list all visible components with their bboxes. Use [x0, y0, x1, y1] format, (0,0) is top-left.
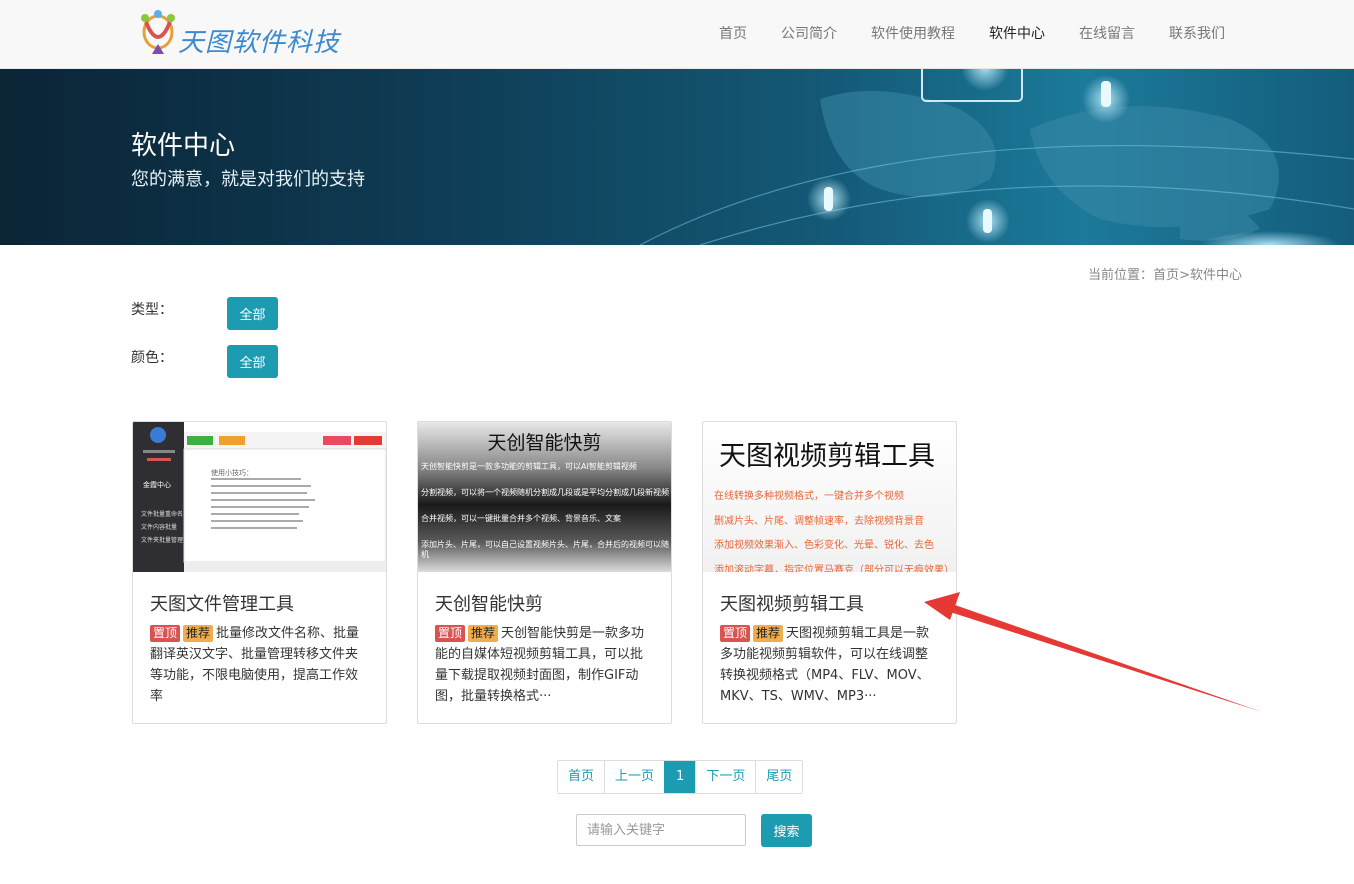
filter-type-label: 类型：	[131, 302, 173, 318]
recommend-badge: 推荐	[183, 625, 214, 642]
product-title[interactable]: 天创智能快剪	[435, 590, 543, 616]
recommend-badge: 推荐	[753, 625, 784, 642]
page-prev-button[interactable]: 上一页	[604, 761, 664, 793]
thumb-feature-line: 添加片头、片尾，可以自己设置视频片头、片尾，合并后的视频可以随机	[421, 540, 669, 559]
thumb-app-brand: 金霞中心	[143, 481, 171, 489]
page-first-button[interactable]: 首页	[558, 761, 604, 793]
thumb-menu-item: 文件夹批量管理	[141, 537, 184, 544]
nav-about[interactable]: 公司简介	[764, 0, 854, 68]
top-badge: 置顶	[150, 625, 181, 642]
thumb-feature-line: 分割视频，可以将一个视频随机分割成几段或是平均分割成几段新视频	[421, 488, 669, 497]
navbar: 天图软件科技 首页 公司简介 软件使用教程 软件中心 在线留言 联系我们	[0, 0, 1354, 69]
product-thumbnail[interactable]: 天创智能快剪 天创智能快剪是一款多功能的剪辑工具，可以AI智能剪辑视频 分割视频…	[418, 422, 671, 572]
banner-title: 软件中心	[131, 131, 236, 161]
thumb-heading: 天图视频剪辑工具	[719, 441, 935, 472]
thumb-feature-line: 合并视频，可以一键批量合并多个视频、背景音乐、文案	[421, 514, 621, 523]
thumb-menu-item: 文件批量重命名	[141, 511, 184, 518]
nav-tutorials[interactable]: 软件使用教程	[854, 0, 972, 68]
main-nav: 首页 公司简介 软件使用教程 软件中心 在线留言 联系我们	[702, 0, 1242, 68]
nav-software-center[interactable]: 软件中心	[972, 0, 1062, 68]
product-description: 置顶 推荐 天图视频剪辑工具是一款多功能视频剪辑软件，可以在线调整转换视频格式（MP…	[720, 623, 940, 707]
logo-icon	[141, 10, 175, 54]
thumb-feature-line: 添加视频效果渐入、色彩变化、光晕、锐化、去色	[714, 540, 934, 551]
breadcrumb-home-link[interactable]: 首页	[1153, 268, 1179, 283]
breadcrumb-current: 软件中心	[1189, 268, 1242, 283]
thumb-feature-lines: 天创智能快剪是一款多功能的剪辑工具，可以AI智能剪辑视频 分割视频，可以将一个视…	[421, 462, 669, 560]
thumb-feature-line: 添加滚动字幕，指定位置马赛克（部分可以无痕效果）	[714, 564, 954, 573]
filter-color-all-button[interactable]: 全部	[227, 345, 278, 378]
page-last-button[interactable]: 尾页	[755, 761, 802, 793]
product-description: 置顶 推荐 批量修改文件名称、批量翻译英汉文字、批量管理转移文件夹等功能，不限电脑使…	[150, 623, 370, 707]
recommend-badge: 推荐	[468, 625, 499, 642]
page-banner: 软件中心 您的满意，就是对我们的支持	[0, 69, 1354, 245]
breadcrumb-separator: >	[1179, 268, 1190, 283]
logo-text: 天图软件科技	[178, 28, 341, 58]
product-description: 置顶 推荐 天创智能快剪是一款多功能的自媒体短视频剪辑工具，可以批量下载提取视频封面…	[435, 623, 655, 707]
product-description-text: 天图视频剪辑工具是一款多功能视频剪辑软件，可以在线调整转换视频格式（MP4、FL…	[720, 626, 930, 704]
thumb-hint-title: 使用小技巧：	[211, 469, 253, 477]
product-description-text: 批量修改文件名称、批量翻译英汉文字、批量管理转移文件夹等功能，不限电脑使用，提高…	[150, 626, 360, 704]
thumb-feature-line: 删减片头、片尾、调整帧速率，去除视频背景音	[714, 515, 924, 527]
thumb-heading: 天创智能快剪	[487, 432, 602, 454]
product-thumbnail[interactable]: 金霞中心 使用小技巧： 文件批量重命名 文件内容批量 文件夹批量管理	[133, 422, 386, 572]
banner-subtitle: 您的满意，就是对我们的支持	[131, 169, 365, 190]
thumb-feature-line: 天创智能快剪是一款多功能的剪辑工具，可以AI智能剪辑视频	[421, 462, 637, 471]
nav-message[interactable]: 在线留言	[1062, 0, 1152, 68]
filter-type-all-button[interactable]: 全部	[227, 297, 278, 330]
thumb-menu-item: 文件内容批量	[141, 524, 178, 531]
page-current-button[interactable]: 1	[664, 761, 696, 793]
file-manager-screenshot-image	[133, 422, 386, 572]
thumb-side-menu: 文件批量重命名 文件内容批量 文件夹批量管理	[141, 508, 183, 547]
product-thumbnail[interactable]: 天图视频剪辑工具 在线转换多种视频格式，一键合并多个视频 删减片头、片尾、调整帧…	[703, 422, 956, 572]
top-badge: 置顶	[720, 625, 751, 642]
product-card[interactable]: 天创智能快剪 天创智能快剪是一款多功能的剪辑工具，可以AI智能剪辑视频 分割视频…	[417, 421, 672, 724]
page-next-button[interactable]: 下一页	[695, 761, 755, 793]
product-description-text: 天创智能快剪是一款多功能的自媒体短视频剪辑工具，可以批量下载提取视频封面图，制作…	[435, 626, 645, 704]
search-input[interactable]	[576, 814, 746, 846]
product-title[interactable]: 天图文件管理工具	[150, 590, 294, 616]
product-card[interactable]: 金霞中心 使用小技巧： 文件批量重命名 文件内容批量 文件夹批量管理 天图文件管…	[132, 421, 387, 724]
breadcrumb: 当前位置：首页>软件中心	[1088, 264, 1242, 283]
product-title[interactable]: 天图视频剪辑工具	[720, 590, 864, 616]
thumb-feature-line: 在线转换多种视频格式，一键合并多个视频	[714, 491, 904, 502]
nav-contact[interactable]: 联系我们	[1152, 0, 1242, 68]
product-card[interactable]: 天图视频剪辑工具 在线转换多种视频格式，一键合并多个视频 删减片头、片尾、调整帧…	[702, 421, 957, 724]
breadcrumb-prefix: 当前位置：	[1088, 268, 1154, 283]
thumb-feature-lines: 在线转换多种视频格式，一键合并多个视频 删减片头、片尾、调整帧速率，去除视频背景…	[714, 485, 954, 572]
search-button[interactable]: 搜索	[761, 814, 812, 847]
pagination: 首页 上一页 1 下一页 尾页	[557, 760, 804, 794]
annotation-arrow-icon	[924, 592, 1262, 712]
filter-color-label: 颜色：	[131, 350, 173, 366]
top-badge: 置顶	[435, 625, 466, 642]
nav-home[interactable]: 首页	[702, 0, 764, 68]
